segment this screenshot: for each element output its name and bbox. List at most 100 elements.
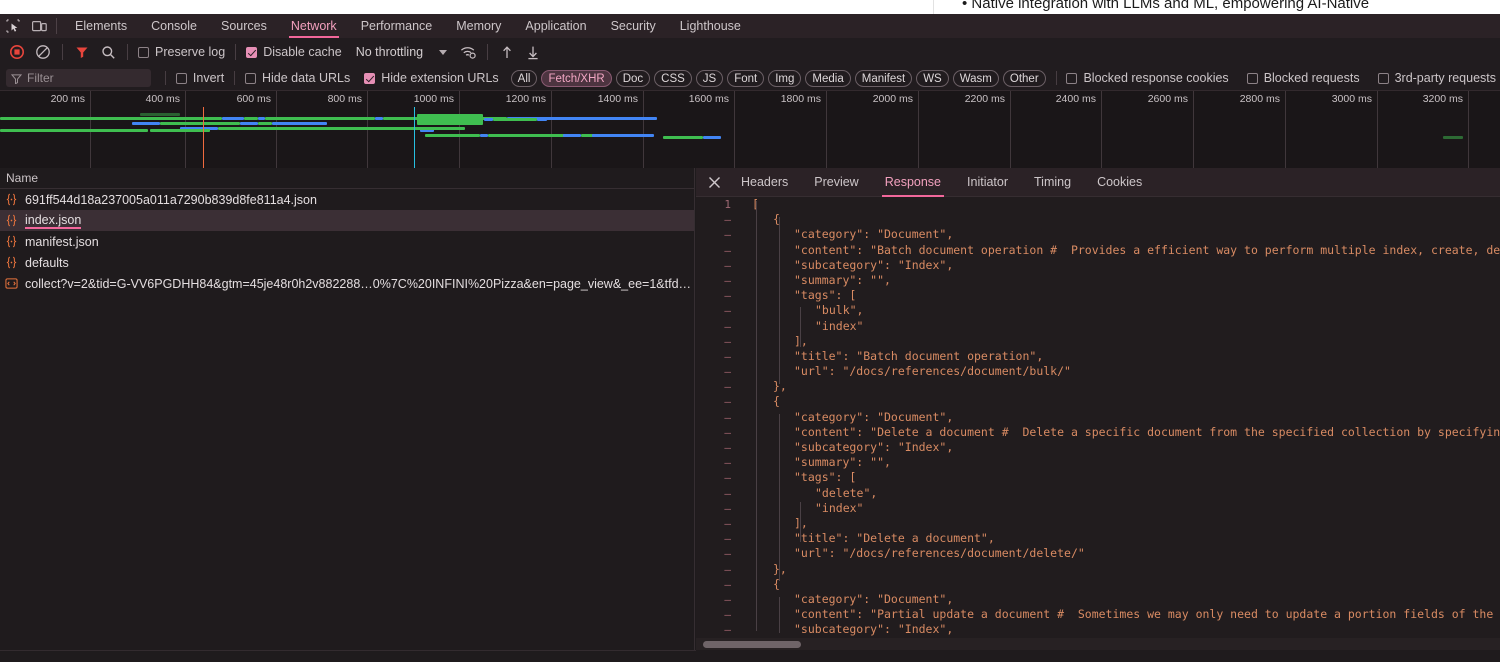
- invert-checkbox[interactable]: Invert: [172, 71, 228, 85]
- code-line: – "index": [696, 319, 1500, 334]
- json-file-icon: [6, 193, 17, 206]
- line-number: –: [724, 592, 731, 606]
- code-text: "index": [815, 500, 864, 515]
- code-text: "title": "Delete a document",: [794, 531, 995, 546]
- filter-pill-fetch-xhr[interactable]: Fetch/XHR: [541, 69, 612, 87]
- code-text: "content": "Partial update a document # …: [794, 607, 1500, 622]
- overview-tick-label: 1600 ms: [688, 93, 729, 105]
- hide-data-urls-checkbox[interactable]: Hide data URLs: [241, 71, 354, 85]
- code-line: –],: [696, 516, 1500, 531]
- code-line: 1[: [696, 197, 1500, 212]
- throttling-dropdown[interactable]: No throttling: [356, 45, 448, 59]
- filter-pill-all[interactable]: All: [510, 69, 538, 87]
- blocked-requests-checkbox[interactable]: Blocked requests: [1243, 71, 1364, 85]
- overview-bar: [663, 136, 703, 139]
- overview-bar: [703, 136, 721, 139]
- invert-box: [175, 72, 187, 84]
- request-detail-panel: Headers Preview Response Initiator Timin…: [696, 168, 1500, 662]
- close-icon[interactable]: [700, 168, 728, 197]
- third-party-requests-checkbox[interactable]: 3rd-party requests: [1374, 71, 1500, 85]
- overview-bar: [484, 118, 493, 121]
- third-party-requests-box: [1377, 72, 1389, 84]
- overview-bar: [258, 122, 272, 125]
- blocked-response-cookies-checkbox[interactable]: Blocked response cookies: [1062, 71, 1232, 85]
- filter-pill-media[interactable]: Media: [805, 69, 851, 87]
- export-har-icon[interactable]: [520, 39, 546, 65]
- control-separator-4: [487, 44, 489, 60]
- request-rows: 691ff544d18a237005a011a7290b839d8fe811a4…: [0, 189, 694, 294]
- filter-pill-wasm[interactable]: Wasm: [952, 69, 999, 87]
- disable-cache-box: [246, 46, 258, 58]
- response-body-viewer[interactable]: 1[–{–"category": "Document",–"content": …: [696, 197, 1500, 650]
- filter-pill-js[interactable]: JS: [695, 69, 724, 87]
- column-header-name[interactable]: Name: [0, 168, 694, 189]
- disable-cache-checkbox[interactable]: Disable cache: [242, 45, 346, 59]
- code-line: – "subcategory": "Index",: [696, 258, 1500, 273]
- request-name: collect?v=2&tid=G-VV6PGDHH84&gtm=45je48r…: [25, 276, 694, 291]
- import-har-icon[interactable]: [494, 39, 520, 65]
- tab-elements[interactable]: Elements: [63, 14, 139, 38]
- filter-pill-font[interactable]: Font: [727, 69, 765, 87]
- overview-gridline: [918, 91, 919, 168]
- request-row-3[interactable]: defaults: [0, 252, 694, 273]
- search-input[interactable]: Filter: [6, 69, 152, 87]
- code-line: –},: [696, 562, 1500, 577]
- overview-tick-label: 3200 ms: [1422, 93, 1463, 105]
- tab-application[interactable]: Application: [513, 14, 598, 38]
- network-overview-timeline[interactable]: 200 ms 400 ms 600 ms 800 ms 1000 ms 1200 ms 14…: [0, 91, 1500, 168]
- overview-bar: [258, 117, 265, 120]
- request-row-2[interactable]: manifest.json: [0, 231, 694, 252]
- record-stop-icon[interactable]: [4, 39, 30, 65]
- filter-pill-css[interactable]: CSS: [654, 69, 692, 87]
- hide-extension-urls-checkbox[interactable]: Hide extension URLs: [360, 71, 502, 85]
- tab-console[interactable]: Console: [139, 14, 209, 38]
- network-conditions-icon[interactable]: [455, 39, 481, 65]
- code-line: – "category": "Document",: [696, 410, 1500, 425]
- fold-guide: [800, 502, 801, 542]
- code-line: – "delete",: [696, 486, 1500, 501]
- detail-tab-response[interactable]: Response: [872, 168, 954, 197]
- device-toolbar-icon[interactable]: [26, 14, 52, 38]
- filter-pill-manifest[interactable]: Manifest: [854, 69, 913, 87]
- horizontal-scrollbar[interactable]: [696, 638, 1500, 650]
- tab-network[interactable]: Network: [279, 14, 349, 38]
- request-row-4[interactable]: collect?v=2&tid=G-VV6PGDHH84&gtm=45je48r…: [0, 273, 694, 294]
- json-file-icon: [6, 256, 17, 269]
- scrollbar-thumb[interactable]: [703, 641, 801, 648]
- preserve-log-checkbox[interactable]: Preserve log: [134, 45, 229, 59]
- clear-icon[interactable]: [30, 39, 56, 65]
- overview-bar: [160, 122, 240, 125]
- code-text: ],: [740, 516, 1500, 531]
- line-number: –: [724, 532, 731, 546]
- tab-sources[interactable]: Sources: [209, 14, 279, 38]
- line-number: –: [724, 623, 731, 637]
- filter-pill-doc[interactable]: Doc: [615, 69, 651, 87]
- disable-cache-label: Disable cache: [263, 45, 342, 59]
- overview-bar: [240, 122, 258, 125]
- detail-tab-preview[interactable]: Preview: [801, 168, 871, 197]
- blocked-response-cookies-label: Blocked response cookies: [1083, 71, 1229, 85]
- control-separator-3: [235, 44, 237, 60]
- filter-funnel-icon[interactable]: [69, 39, 95, 65]
- code-text: "title": "Batch document operation",: [794, 348, 1044, 363]
- tab-security[interactable]: Security: [599, 14, 668, 38]
- overview-bar: [272, 122, 327, 125]
- detail-tab-headers[interactable]: Headers: [728, 168, 801, 197]
- filter-pill-other[interactable]: Other: [1002, 69, 1046, 87]
- search-icon[interactable]: [95, 39, 121, 65]
- tab-lighthouse[interactable]: Lighthouse: [668, 14, 753, 38]
- request-row-0[interactable]: 691ff544d18a237005a011a7290b839d8fe811a4…: [0, 189, 694, 210]
- detail-tab-timing[interactable]: Timing: [1021, 168, 1084, 197]
- detail-tab-cookies[interactable]: Cookies: [1084, 168, 1155, 197]
- filter-pill-img[interactable]: Img: [768, 69, 802, 87]
- code-line: – "content": "Partial update a document #…: [696, 607, 1500, 622]
- filter-pill-ws[interactable]: WS: [916, 69, 949, 87]
- tab-memory[interactable]: Memory: [444, 14, 513, 38]
- code-line: – "category": "Document",: [696, 227, 1500, 242]
- tab-performance[interactable]: Performance: [349, 14, 445, 38]
- request-row-1[interactable]: index.json: [0, 210, 694, 231]
- inspect-element-icon[interactable]: [0, 14, 26, 38]
- code-line: – "bulk",: [696, 303, 1500, 318]
- detail-tab-initiator[interactable]: Initiator: [954, 168, 1021, 197]
- tabbar-separator: [56, 18, 57, 34]
